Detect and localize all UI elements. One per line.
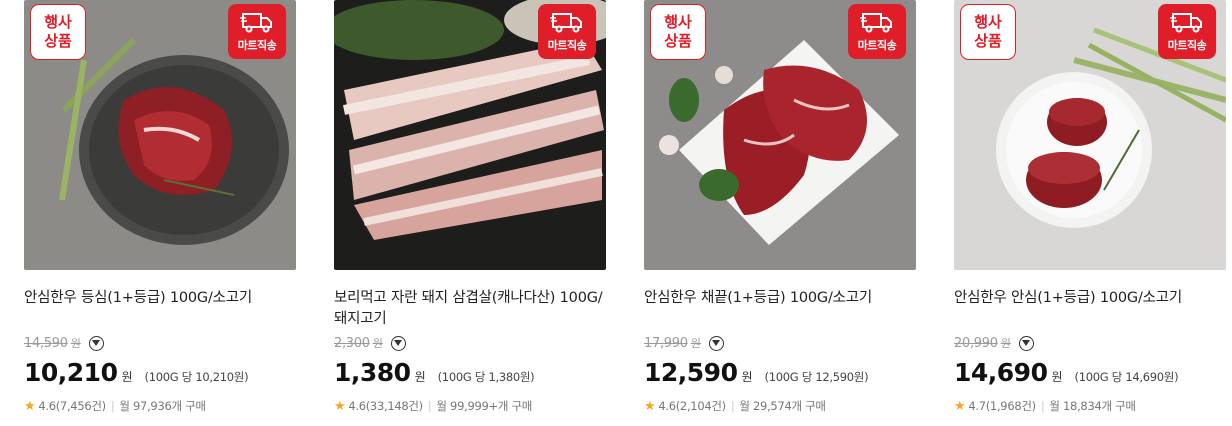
rating-value: 4.6: [38, 399, 56, 413]
sale-price: 10,210 원 (100G 당 10,210원): [24, 358, 249, 390]
delivery-truck-icon: [240, 12, 272, 32]
star-icon: ★: [954, 398, 966, 414]
review-count[interactable]: (2,104건): [676, 398, 726, 414]
monthly-purchases: 월 29,574개 구매: [739, 399, 826, 413]
star-icon: ★: [24, 398, 36, 414]
original-price-value: 2,300: [334, 335, 370, 351]
original-price: 14,590 원: [24, 333, 104, 353]
product-image[interactable]: 행사 상품 마트직송: [644, 0, 916, 270]
monthly-purchases: 월 18,834개 구매: [1049, 399, 1136, 413]
event-badge: 행사 상품: [650, 4, 706, 60]
original-price: 2,300 원: [334, 333, 406, 353]
product-card[interactable]: 행사 상품 마트직송 안심한우 등심(1+등급) 100G/소고기 14,590…: [24, 0, 296, 426]
sale-price: 12,590 원 (100G 당 12,590원): [644, 358, 869, 390]
chevron-down-icon[interactable]: [88, 335, 104, 351]
product-card[interactable]: 행사 상품 마트직송 안심한우 안심(1+등급) 100G/소고기 20,990…: [954, 0, 1226, 426]
divider: |: [730, 399, 735, 413]
mart-delivery-label: 마트직송: [1167, 38, 1207, 52]
event-badge-line1: 행사: [664, 13, 692, 31]
event-badge-line1: 행사: [44, 13, 72, 31]
divider: |: [427, 399, 432, 413]
mart-delivery-badge: 마트직송: [1158, 4, 1216, 59]
product-image[interactable]: 마트직송: [334, 0, 606, 270]
delivery-truck-icon: [550, 12, 582, 32]
event-badge-line2: 상품: [664, 32, 692, 50]
chevron-down-icon[interactable]: [390, 335, 406, 351]
original-price-currency: 원: [690, 337, 701, 350]
sale-price-value: 14,690: [954, 358, 1048, 387]
review-count[interactable]: (33,148건): [366, 398, 423, 414]
product-title[interactable]: 보리먹고 자란 돼지 삼겹살(캐나다산) 100G/돼지고기: [334, 288, 606, 330]
product-image[interactable]: 행사 상품 마트직송: [24, 0, 296, 270]
unit-price: (100G 당 10,210원): [144, 370, 249, 384]
mart-delivery-label: 마트직송: [547, 38, 587, 52]
review-count[interactable]: (7,456건): [56, 398, 106, 414]
event-badge-line1: 행사: [974, 13, 1002, 31]
product-title[interactable]: 안심한우 등심(1+등급) 100G/소고기: [24, 288, 296, 309]
rating-value: 4.6: [658, 399, 676, 413]
original-price-currency: 원: [70, 337, 81, 350]
product-image[interactable]: 행사 상품 마트직송: [954, 0, 1226, 270]
mart-delivery-label: 마트직송: [237, 38, 277, 52]
mart-delivery-badge: 마트직송: [538, 4, 596, 59]
mart-delivery-badge: 마트직송: [228, 4, 286, 59]
star-icon: ★: [644, 398, 656, 414]
unit-price: (100G 당 1,380원): [437, 370, 535, 384]
event-badge: 행사 상품: [960, 4, 1016, 60]
star-icon: ★: [334, 398, 346, 414]
original-price-currency: 원: [372, 337, 383, 350]
rating-row: ★ 4.6 (2,104건) | 월 29,574개 구매: [644, 398, 826, 414]
product-card[interactable]: 행사 상품 마트직송 안심한우 채끝(1+등급) 100G/소고기 17,990…: [644, 0, 916, 426]
monthly-purchases: 월 97,936개 구매: [119, 399, 206, 413]
event-badge: 행사 상품: [30, 4, 86, 60]
original-price-value: 20,990: [954, 335, 998, 351]
product-title[interactable]: 안심한우 안심(1+등급) 100G/소고기: [954, 288, 1226, 309]
sale-price-value: 10,210: [24, 358, 118, 387]
sale-price-currency: 원: [414, 370, 426, 384]
event-badge-line2: 상품: [974, 32, 1002, 50]
review-count[interactable]: (1,968건): [986, 398, 1036, 414]
mart-delivery-badge: 마트직송: [848, 4, 906, 59]
unit-price: (100G 당 12,590원): [764, 370, 869, 384]
sale-price: 1,380 원 (100G 당 1,380원): [334, 358, 535, 390]
unit-price: (100G 당 14,690원): [1074, 370, 1179, 384]
sale-price-value: 12,590: [644, 358, 738, 387]
product-card[interactable]: 마트직송 보리먹고 자란 돼지 삼겹살(캐나다산) 100G/돼지고기 2,30…: [334, 0, 606, 426]
sale-price: 14,690 원 (100G 당 14,690원): [954, 358, 1179, 390]
original-price-currency: 원: [1000, 337, 1011, 350]
rating-value: 4.6: [348, 399, 366, 413]
mart-delivery-label: 마트직송: [857, 38, 897, 52]
rating-value: 4.7: [968, 399, 986, 413]
delivery-truck-icon: [860, 12, 892, 32]
rating-row: ★ 4.7 (1,968건) | 월 18,834개 구매: [954, 398, 1136, 414]
sale-price-currency: 원: [121, 370, 133, 384]
delivery-truck-icon: [1170, 12, 1202, 32]
product-grid: 행사 상품 마트직송 안심한우 등심(1+등급) 100G/소고기 14,590…: [0, 0, 1232, 426]
original-price-value: 14,590: [24, 335, 68, 351]
monthly-purchases: 월 99,999+개 구매: [436, 399, 533, 413]
rating-row: ★ 4.6 (33,148건) | 월 99,999+개 구매: [334, 398, 532, 414]
sale-price-currency: 원: [1051, 370, 1063, 384]
original-price: 20,990 원: [954, 333, 1034, 353]
sale-price-value: 1,380: [334, 358, 411, 387]
original-price-value: 17,990: [644, 335, 688, 351]
chevron-down-icon[interactable]: [1018, 335, 1034, 351]
event-badge-line2: 상품: [44, 32, 72, 50]
divider: |: [110, 399, 115, 413]
product-title[interactable]: 안심한우 채끝(1+등급) 100G/소고기: [644, 288, 916, 309]
original-price: 17,990 원: [644, 333, 724, 353]
chevron-down-icon[interactable]: [708, 335, 724, 351]
rating-row: ★ 4.6 (7,456건) | 월 97,936개 구매: [24, 398, 206, 414]
sale-price-currency: 원: [741, 370, 753, 384]
divider: |: [1040, 399, 1045, 413]
